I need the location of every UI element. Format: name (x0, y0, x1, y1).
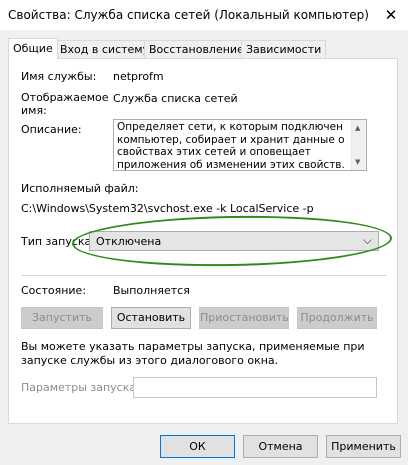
resume-button[interactable]: Продолжить (297, 307, 377, 329)
cancel-button[interactable]: Отмена (243, 435, 318, 458)
tab-dependencies[interactable]: Зависимости (241, 40, 327, 58)
scroll-down-icon[interactable]: ▼ (355, 156, 360, 169)
display-name-label: Отображаемое имя: (21, 91, 109, 117)
startup-params-hint: Вы можете указать параметры запуска, при… (21, 340, 365, 367)
window-title: Свойства: Служба списка сетей (Локальный… (8, 8, 369, 22)
tab-logon[interactable]: Вход в систему (55, 40, 155, 58)
service-name-label: Имя службы: (21, 70, 97, 83)
startup-params-input[interactable] (133, 377, 377, 398)
description-label: Описание: (21, 123, 82, 136)
tab-recovery[interactable]: Восстановление (144, 40, 249, 58)
close-icon[interactable]: ✕ (380, 4, 402, 26)
exe-label: Исполняемый файл: (21, 182, 139, 195)
pause-button[interactable]: Приостановить (199, 307, 289, 329)
tab-general[interactable]: Общие (8, 38, 58, 59)
ok-button[interactable]: ОК (160, 435, 235, 458)
display-name-value: Служба списка сетей (113, 92, 238, 105)
divider (21, 275, 387, 276)
exe-path: C:\Windows\System32\svchost.exe -k Local… (21, 202, 314, 215)
description-box[interactable]: Определяет сети, к которым подключен ком… (113, 119, 367, 171)
startup-params-label: Параметры запуска: (21, 381, 140, 394)
scroll-up-icon[interactable]: ▲ (355, 122, 360, 135)
service-name-value: netprofm (113, 70, 164, 83)
title-bar: Свойства: Служба списка сетей (Локальный… (0, 0, 408, 30)
status-label: Состояние: (21, 284, 87, 297)
description-text: Определяет сети, к которым подключен ком… (117, 121, 345, 171)
stop-button[interactable]: Остановить (111, 307, 191, 329)
status-value: Выполняется (113, 284, 190, 297)
start-button[interactable]: Запустить (21, 307, 103, 329)
apply-button[interactable]: Применить (326, 435, 401, 458)
general-tab-panel: Имя службы: netprofm Отображаемое имя: С… (8, 58, 398, 424)
annotation-circle (71, 213, 393, 269)
description-scrollbar[interactable]: ▲ ▼ (351, 120, 366, 170)
